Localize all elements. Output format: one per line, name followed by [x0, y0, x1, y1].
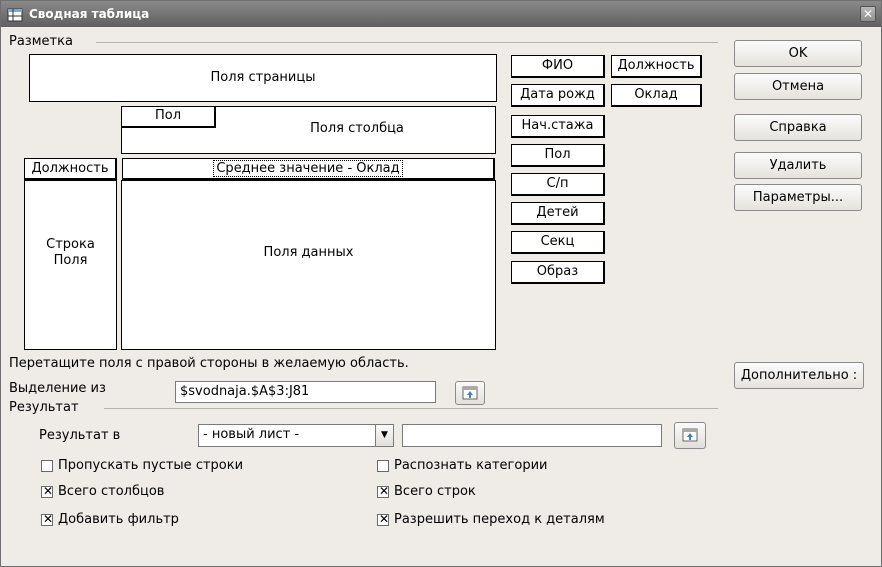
field-detey[interactable]: Детей: [511, 202, 605, 225]
total-rows-label: Всего строк: [394, 484, 476, 499]
page-fields-area[interactable]: Поля страницы: [29, 54, 497, 102]
identify-categories-label: Распознать категории: [394, 458, 548, 473]
help-button[interactable]: Справка: [734, 114, 862, 141]
selection-range-input[interactable]: $svodnaja.$A$3:J81: [175, 381, 436, 403]
add-filter-label: Добавить фильтр: [58, 512, 179, 527]
total-rows-checkbox[interactable]: [377, 484, 390, 498]
result-section-label: Результат: [9, 400, 79, 415]
shrink-icon: [682, 428, 698, 442]
field-fio[interactable]: ФИО: [511, 55, 605, 78]
skip-empty-rows-label: Пропускать пустые строки: [58, 458, 244, 473]
spreadsheet-icon: [7, 8, 23, 22]
identify-categories-checkbox[interactable]: [377, 460, 389, 472]
result-target-input[interactable]: [402, 424, 662, 447]
column-field-pol[interactable]: Пол: [122, 107, 216, 128]
column-fields-label: Поля столбца: [310, 121, 404, 136]
field-pol[interactable]: Пол: [511, 144, 605, 167]
skip-empty-rows-checkbox[interactable]: [41, 460, 53, 472]
result-section-divider: [104, 408, 718, 409]
enable-drilldown-label: Разрешить переход к деталям: [394, 512, 605, 527]
row-fields-label-line1: Строка: [46, 237, 95, 252]
cancel-button[interactable]: Отмена: [734, 73, 862, 100]
shrink-icon: [462, 386, 478, 400]
field-oklad[interactable]: Оклад: [611, 84, 702, 107]
data-fields-label: Поля данных: [263, 245, 354, 260]
result-target-label: Результат в: [39, 428, 121, 443]
title-bar: Сводная таблица ✕: [1, 1, 881, 27]
result-target-selected-option: - новый лист -: [203, 427, 300, 442]
data-field-label: Среднее значение - Оклад: [213, 160, 403, 177]
field-dolzhnost[interactable]: Должность: [611, 55, 702, 78]
selection-label: Выделение из: [9, 381, 106, 396]
window-title: Сводная таблица: [29, 7, 150, 21]
pivot-table-dialog: Сводная таблица ✕ Разметка Поля страницы…: [0, 0, 882, 567]
total-columns-checkbox[interactable]: [41, 484, 54, 498]
selection-shrink-button[interactable]: [455, 381, 485, 405]
enable-drilldown-checkbox[interactable]: [377, 512, 390, 526]
close-icon[interactable]: ✕: [860, 6, 876, 22]
layout-section-label: Разметка: [9, 34, 73, 49]
field-sekts[interactable]: Секц: [511, 231, 605, 254]
parameters-button[interactable]: Параметры...: [734, 184, 862, 211]
data-field-avg-salary[interactable]: Среднее значение - Оклад: [122, 158, 495, 180]
field-data-rozhd[interactable]: Дата рожд: [511, 84, 605, 107]
data-fields-area[interactable]: Поля данных: [121, 180, 496, 350]
row-field-dolzhnost[interactable]: Должность: [24, 158, 117, 180]
add-filter-checkbox[interactable]: [41, 512, 54, 526]
row-fields-label-line2: Поля: [53, 253, 88, 268]
field-sp[interactable]: С/п: [511, 173, 605, 196]
drag-hint: Перетащите поля с правой стороны в желае…: [9, 356, 409, 371]
total-columns-label: Всего столбцов: [58, 484, 165, 499]
row-fields-area[interactable]: Строка Поля: [24, 180, 117, 350]
field-obraz[interactable]: Образ: [511, 261, 605, 284]
delete-button[interactable]: Удалить: [734, 152, 862, 179]
page-fields-label: Поля страницы: [210, 70, 316, 85]
more-options-button[interactable]: Дополнительно :: [734, 362, 864, 389]
chevron-down-icon[interactable]: ▼: [375, 425, 393, 446]
result-shrink-button[interactable]: [674, 422, 706, 449]
result-target-select[interactable]: - новый лист - ▼: [198, 424, 394, 447]
ok-button[interactable]: OK: [734, 40, 862, 67]
layout-section-divider: [96, 42, 718, 43]
field-nach-stazha[interactable]: Нач.стажа: [511, 115, 605, 138]
